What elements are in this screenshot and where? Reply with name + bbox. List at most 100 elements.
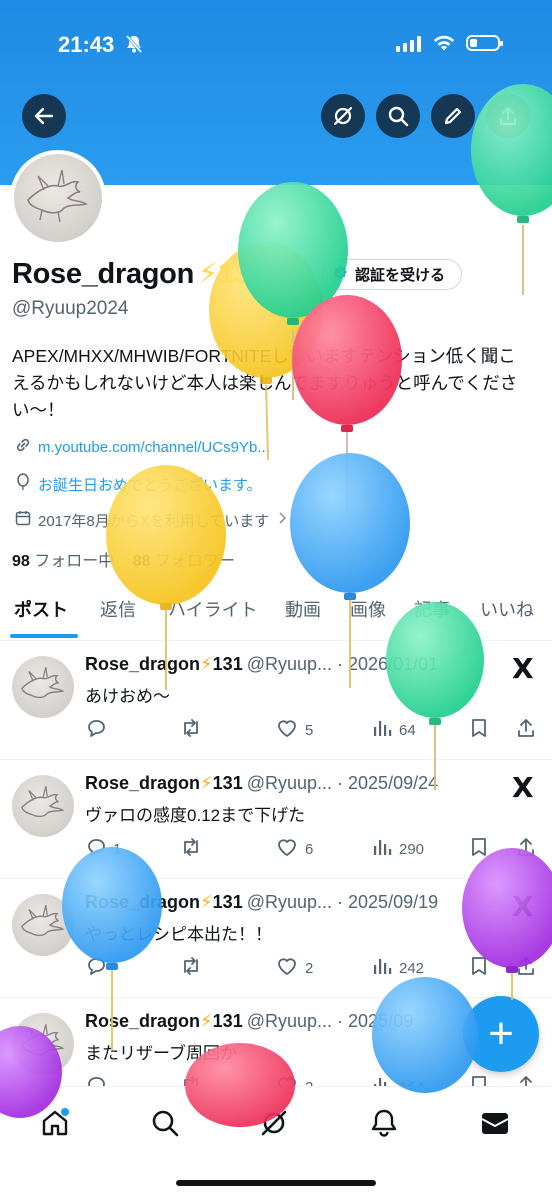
post-author-name[interactable]: Rose_dragon bbox=[85, 654, 200, 674]
post-header: Rose_dragon⚡131 @Ryuup... · 2025/09/19 bbox=[85, 892, 438, 913]
get-verified-label: 認証を受ける bbox=[355, 267, 446, 284]
post-item[interactable]: Rose_dragon⚡131 @Ryuup... · 2025/09/24 X ヴァ… bbox=[0, 759, 552, 879]
post-actions: 5 64 bbox=[85, 717, 540, 741]
views-button[interactable]: 64 bbox=[371, 717, 416, 743]
edit-button[interactable] bbox=[431, 94, 475, 138]
active-tab-indicator bbox=[10, 634, 78, 638]
x-logo-icon[interactable]: X bbox=[512, 652, 534, 685]
repost-button[interactable] bbox=[179, 955, 203, 981]
post-author-number: 131 bbox=[212, 1011, 243, 1031]
tab-likes[interactable]: いいね bbox=[480, 596, 534, 622]
post-avatar[interactable] bbox=[12, 894, 74, 956]
home-indicator bbox=[176, 1180, 376, 1186]
bookmark-button[interactable] bbox=[469, 717, 489, 743]
share-button[interactable] bbox=[486, 94, 530, 138]
compose-post-button[interactable]: + bbox=[463, 996, 539, 1072]
post-avatar[interactable] bbox=[12, 656, 74, 718]
birthday-text[interactable]: お誕生日おめでとうございます。 bbox=[38, 474, 262, 495]
post-author-name[interactable]: Rose_dragon bbox=[85, 773, 200, 793]
post-author-name[interactable]: Rose_dragon bbox=[85, 892, 200, 912]
like-button[interactable]: 6 bbox=[275, 836, 313, 862]
post-avatar[interactable] bbox=[12, 1013, 74, 1075]
nav-notifications[interactable] bbox=[366, 1105, 402, 1141]
followers-count: 88 bbox=[132, 553, 151, 570]
post-handle-date: @Ryuup... · 2025/09/19 bbox=[246, 892, 439, 912]
share-post-button[interactable] bbox=[515, 717, 537, 743]
post-avatar[interactable] bbox=[12, 775, 74, 837]
reply-count: 1 bbox=[113, 840, 122, 858]
share-icon bbox=[515, 717, 537, 743]
tab-images[interactable]: 画像 bbox=[350, 596, 386, 622]
like-button[interactable]: 2 bbox=[275, 955, 313, 981]
post-handle-date: @Ryuup... · 2026/01/01 bbox=[246, 654, 439, 674]
reply-icon bbox=[85, 836, 107, 862]
battery-icon bbox=[466, 35, 503, 51]
status-bar: 21:43 bbox=[0, 30, 552, 60]
post-author-number: 131 bbox=[212, 654, 243, 674]
back-button[interactable] bbox=[22, 94, 66, 138]
pencil-icon bbox=[444, 107, 462, 125]
bookmark-button[interactable] bbox=[469, 836, 489, 862]
x-logo-icon[interactable]: X bbox=[512, 771, 534, 804]
grok-icon bbox=[261, 1110, 287, 1136]
share-icon bbox=[515, 955, 537, 981]
bookmark-icon bbox=[469, 955, 489, 981]
reply-button[interactable]: 1 bbox=[85, 836, 121, 862]
like-count: 5 bbox=[305, 721, 314, 739]
view-count: 290 bbox=[399, 840, 425, 858]
profile-avatar[interactable] bbox=[10, 150, 106, 246]
share-post-button[interactable] bbox=[515, 836, 537, 862]
following-link[interactable]: 98 フォロー中 bbox=[12, 553, 114, 570]
get-verified-button[interactable]: 認証を受ける bbox=[322, 259, 462, 290]
name-suffix: ⚡131 bbox=[198, 258, 266, 290]
nav-search[interactable] bbox=[147, 1105, 183, 1141]
display-name-text: Rose_dragon bbox=[12, 258, 195, 290]
nav-home[interactable] bbox=[37, 1105, 73, 1141]
reply-button[interactable] bbox=[85, 955, 113, 981]
tab-replies[interactable]: 返信 bbox=[100, 596, 136, 622]
link-icon bbox=[14, 436, 32, 458]
bookmark-button[interactable] bbox=[469, 955, 489, 981]
following-count: 98 bbox=[12, 553, 30, 570]
home-icon bbox=[42, 1108, 69, 1136]
share-post-button[interactable] bbox=[515, 955, 537, 981]
bolt-emoji: ⚡ bbox=[200, 1011, 213, 1031]
nav-messages[interactable] bbox=[477, 1105, 513, 1141]
nav-grok[interactable] bbox=[256, 1105, 292, 1141]
grok-button[interactable] bbox=[321, 94, 365, 138]
followers-link[interactable]: 88 フォロワー bbox=[133, 553, 235, 570]
arrow-left-icon bbox=[34, 107, 54, 125]
bell-icon bbox=[371, 1109, 397, 1137]
x-logo-icon[interactable]: X bbox=[512, 890, 534, 923]
profile-link-row[interactable]: m.youtube.com/channel/UCs9Yb... bbox=[14, 436, 270, 458]
heart-icon bbox=[275, 955, 299, 981]
post-text: あけおめ〜 bbox=[85, 687, 170, 706]
post-item[interactable]: Rose_dragon⚡131 @Ryuup... · 2025/09/19 X やっ… bbox=[0, 878, 552, 998]
search-button[interactable] bbox=[376, 94, 420, 138]
profile-bio: APEX/MHXX/MHWIB/FORTNITEしていますテンション低く聞こえる… bbox=[12, 346, 518, 420]
wifi-icon bbox=[432, 34, 456, 57]
heart-icon bbox=[275, 836, 299, 862]
bolt-emoji: ⚡ bbox=[200, 892, 213, 912]
reply-button[interactable] bbox=[85, 717, 113, 743]
joined-row[interactable]: 2017年8月からXを利用しています bbox=[14, 509, 287, 531]
tab-articles[interactable]: 記事 bbox=[414, 596, 450, 622]
profile-link[interactable]: m.youtube.com/channel/UCs9Yb... bbox=[38, 439, 270, 456]
like-button[interactable]: 5 bbox=[275, 717, 313, 743]
repost-button[interactable] bbox=[179, 717, 203, 743]
tab-highlights[interactable]: ハイライト bbox=[168, 596, 258, 622]
post-author-name[interactable]: Rose_dragon bbox=[85, 1011, 200, 1031]
views-button[interactable]: 290 bbox=[371, 836, 424, 862]
views-button[interactable]: 242 bbox=[371, 955, 424, 981]
tab-videos[interactable]: 動画 bbox=[285, 596, 321, 622]
repost-button[interactable] bbox=[179, 836, 203, 862]
cellular-signal-icon bbox=[396, 36, 422, 57]
post-item[interactable]: Rose_dragon⚡131 @Ryuup... · 2026/01/01 X あけ… bbox=[0, 640, 552, 760]
post-author-number: 131 bbox=[212, 892, 243, 912]
grok-icon bbox=[333, 106, 353, 126]
status-time: 21:43 bbox=[58, 32, 115, 57]
balloon-icon bbox=[14, 473, 32, 495]
post-text: ヴァロの感度0.12まで下げた bbox=[85, 806, 306, 825]
post-handle-date: @Ryuup... · 2025/09/24 bbox=[246, 773, 439, 793]
tab-posts[interactable]: ポスト bbox=[14, 596, 68, 622]
